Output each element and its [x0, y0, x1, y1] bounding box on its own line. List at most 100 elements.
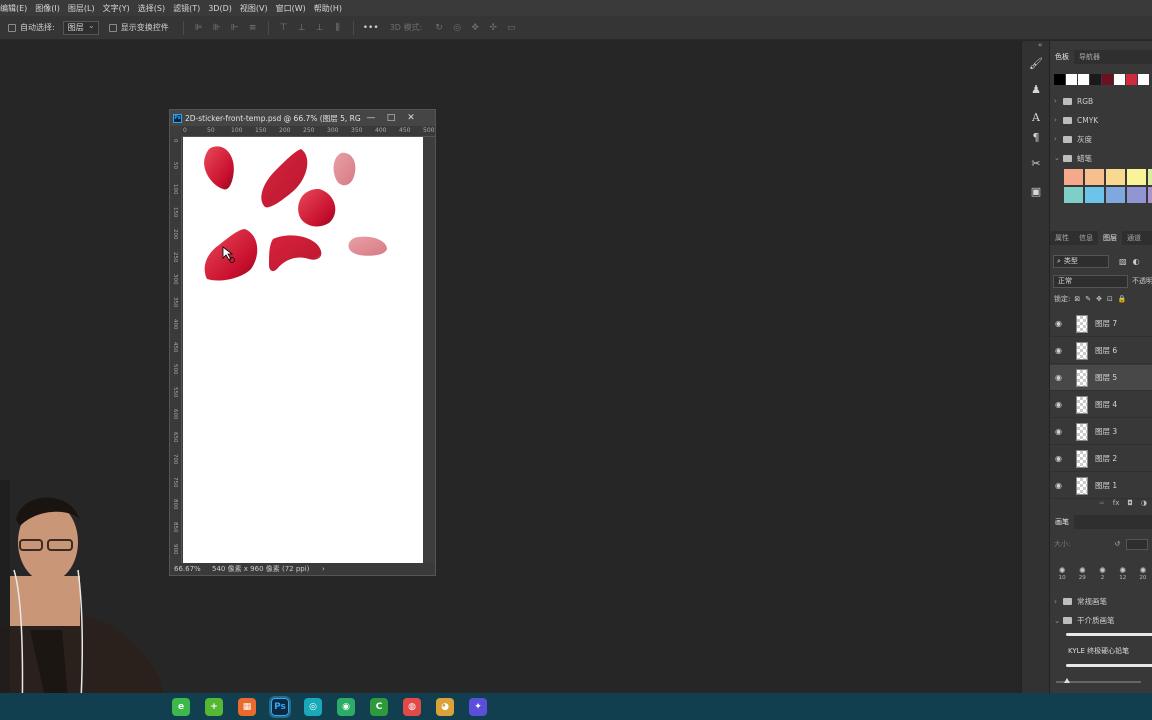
photoshop-icon[interactable]: Ps — [269, 695, 291, 718]
color-swatch[interactable] — [1054, 74, 1065, 85]
red-app-icon[interactable]: ◍ — [403, 697, 421, 716]
brush-preset-name[interactable]: KYLE 终极硬心铅笔 — [1068, 646, 1129, 656]
distribute-horizontal-icon[interactable]: ⫼ — [333, 23, 343, 33]
layer-row[interactable]: ◉ 图层 3 — [1050, 419, 1152, 445]
tab-channels[interactable]: 通道 — [1122, 233, 1146, 243]
color-swatch[interactable] — [1126, 74, 1137, 85]
teal-app-icon[interactable]: ◎ — [304, 697, 322, 716]
visibility-eye-icon[interactable]: ◉ — [1055, 319, 1065, 328]
menu-item[interactable]: 文字(Y) — [103, 3, 130, 14]
align-center-icon[interactable]: ⊪ — [212, 23, 222, 33]
layer-row[interactable]: ◉ 图层 2 — [1050, 446, 1152, 472]
swatch-group-rgb[interactable]: › RGB — [1054, 94, 1093, 108]
menu-item[interactable]: 视图(V) — [240, 3, 268, 14]
menu-item[interactable]: 图层(L) — [68, 3, 95, 14]
layer-row[interactable]: ◉ 图层 1 — [1050, 473, 1152, 499]
status-menu-arrow[interactable]: › — [322, 565, 325, 573]
image-filter-icon[interactable]: ▨ — [1119, 257, 1127, 266]
layer-row[interactable]: ◉ 图层 7 — [1050, 311, 1152, 337]
tab-brushes[interactable]: 画笔 — [1050, 515, 1074, 529]
menu-item[interactable]: 图像(I) — [35, 3, 60, 14]
color-swatch[interactable] — [1114, 74, 1125, 85]
link-layers-icon[interactable]: ∞ — [1099, 499, 1105, 507]
rose-petal[interactable] — [204, 229, 258, 281]
visibility-eye-icon[interactable]: ◉ — [1055, 454, 1065, 463]
brush-stroke-preview[interactable] — [1066, 664, 1152, 667]
color-swatch[interactable] — [1064, 169, 1083, 185]
menu-item[interactable]: 编辑(E) — [0, 3, 27, 14]
maximize-button[interactable]: □ — [381, 113, 401, 123]
document-title-bar[interactable]: Ps 2D-sticker-front-temp.psd @ 66.7% (图层… — [170, 110, 435, 126]
brush-preset-tip[interactable]: ✺ 2 — [1092, 566, 1112, 586]
brush-settings-icon[interactable]: 🖌 — [1028, 55, 1044, 71]
color-swatch[interactable] — [1148, 187, 1152, 203]
blend-mode-dropdown[interactable]: 正常 — [1053, 274, 1128, 288]
menu-item[interactable]: 选择(S) — [138, 3, 165, 14]
color-swatch[interactable] — [1106, 187, 1125, 203]
menu-item[interactable]: 帮助(H) — [314, 3, 342, 14]
auto-select-dropdown[interactable]: 图层 — [62, 20, 99, 35]
zoom-level[interactable]: 66.67% — [174, 565, 212, 573]
wechat-icon[interactable]: ◉ — [337, 697, 355, 716]
brush-size-input[interactable] — [1126, 538, 1149, 550]
document-window[interactable]: Ps 2D-sticker-front-temp.psd @ 66.7% (图层… — [169, 109, 436, 576]
align-middle-icon[interactable]: ⊥ — [297, 23, 307, 33]
auto-select-checkbox[interactable] — [8, 23, 16, 32]
layer-filter-dropdown[interactable]: ⌕ 类型 — [1053, 254, 1109, 268]
color-swatch[interactable] — [1138, 74, 1149, 85]
visibility-eye-icon[interactable]: ◉ — [1055, 346, 1065, 355]
lock-all-icon[interactable]: 🔒 — [1118, 295, 1127, 303]
browser-360-icon[interactable]: e — [172, 697, 190, 716]
tab-layers[interactable]: 图层 — [1098, 231, 1122, 245]
brush-stroke-preview[interactable] — [1066, 633, 1152, 636]
brush-group-general[interactable]: › 常规画笔 — [1054, 593, 1107, 609]
brush-preset-tip[interactable]: ✺ 29 — [1072, 566, 1092, 586]
color-swatch[interactable] — [1148, 169, 1152, 185]
layer-row[interactable]: ◉ 图层 4 — [1050, 392, 1152, 418]
swatch-group-pastel[interactable]: ⌄ 蜡笔 — [1054, 151, 1092, 165]
reset-icon[interactable]: ↺ — [1114, 540, 1120, 548]
lock-transparent-icon[interactable]: ⊠ — [1074, 295, 1080, 303]
color-swatch[interactable] — [1102, 74, 1113, 85]
paragraph-panel-icon[interactable]: ¶ — [1028, 129, 1044, 145]
layer-row[interactable]: ◉ 图层 6 — [1050, 338, 1152, 364]
align-right-icon[interactable]: ⊩ — [230, 23, 240, 33]
brush-group-dry-media[interactable]: ⌄ 干介质画笔 — [1054, 612, 1115, 628]
show-transform-checkbox[interactable] — [108, 23, 117, 32]
collapse-chevrons-icon[interactable]: « — [1038, 41, 1042, 49]
rose-petal[interactable] — [204, 146, 234, 190]
colorful-grid-icon[interactable]: ▦ — [238, 697, 256, 716]
align-bottom-icon[interactable]: ⊥ — [315, 23, 325, 33]
tab-properties[interactable]: 属性 — [1050, 233, 1074, 243]
document-info[interactable]: 540 像素 x 960 像素 (72 ppi) — [212, 564, 322, 574]
rose-petal[interactable] — [261, 149, 308, 208]
lock-image-icon[interactable]: ✎ — [1085, 295, 1091, 303]
adjustment-layer-icon[interactable]: ◑ — [1141, 499, 1147, 507]
ruler-vertical[interactable]: 0 50 100 150 200 250 300 350 400 450 500 550 600 650 7… — [170, 137, 182, 565]
color-swatch[interactable] — [1064, 187, 1083, 203]
minimize-button[interactable]: — — [361, 113, 381, 123]
tab-swatches[interactable]: 色板 — [1050, 50, 1074, 64]
canvas[interactable] — [183, 137, 423, 563]
color-swatch[interactable] — [1127, 169, 1146, 185]
brush-preset-tip[interactable]: ✺ 10 — [1052, 566, 1072, 586]
color-swatch[interactable] — [1066, 74, 1077, 85]
swatch-group-cmyk[interactable]: › CMYK — [1054, 113, 1098, 127]
libraries-icon[interactable]: ▣ — [1028, 183, 1044, 199]
visibility-eye-icon[interactable]: ◉ — [1055, 427, 1065, 436]
color-swatch[interactable] — [1085, 187, 1104, 203]
rose-petal[interactable] — [269, 235, 322, 272]
ruler-horizontal[interactable]: 0 50 100 150 200 250 300 350 400 450 500 — [182, 126, 435, 137]
rose-petal[interactable] — [348, 236, 387, 256]
chrome-icon[interactable]: ◕ — [436, 697, 454, 716]
color-swatch[interactable] — [1078, 74, 1089, 85]
lock-position-icon[interactable]: ✥ — [1096, 295, 1102, 303]
align-left-icon[interactable]: ⊫ — [194, 23, 204, 33]
distribute-vertical-icon[interactable]: ≡ — [248, 23, 258, 33]
swatch-group-gray[interactable]: › 灰度 — [1054, 132, 1092, 146]
color-swatch[interactable] — [1090, 74, 1101, 85]
layer-style-icon[interactable]: fx — [1113, 499, 1120, 507]
menu-item[interactable]: 3D(D) — [208, 4, 232, 13]
rose-petal[interactable] — [333, 152, 356, 186]
lock-artboard-icon[interactable]: ⊡ — [1107, 295, 1113, 303]
